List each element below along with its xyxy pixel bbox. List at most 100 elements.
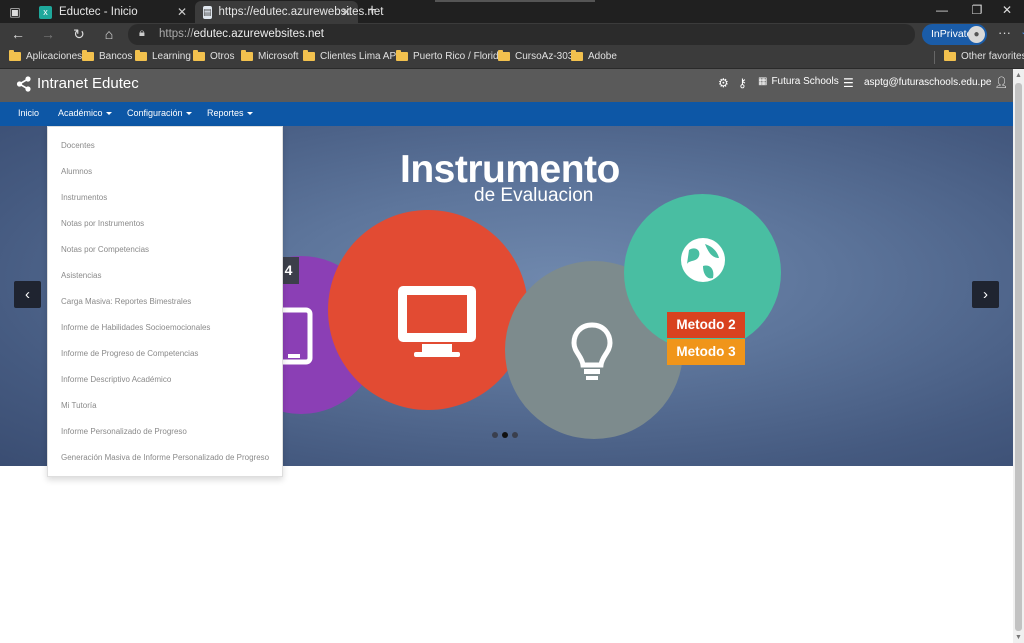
more-menu-icon[interactable]: ··· (998, 25, 1011, 40)
lock-icon[interactable]: 🔒︎ (139, 27, 145, 40)
monitor-icon (398, 286, 476, 357)
scroll-down-icon[interactable]: ▼ (1015, 634, 1022, 641)
browser-toolbar: ← → ↻ ⌂ 🔒︎ https://edutec.azurewebsites.… (0, 23, 1024, 46)
scroll-up-icon[interactable]: ▲ (1015, 72, 1022, 79)
bookmark-folder[interactable]: CursoAz-303 (498, 50, 573, 62)
dropdown-item-descriptivo[interactable]: Informe Descriptivo Académico (61, 375, 171, 384)
main-nav: Inicio Académico Configuración Reportes (0, 102, 1013, 126)
metodo-2-label: Metodo 2 (667, 312, 745, 338)
user-email: asptg@futuraschools.edu.pe (864, 77, 992, 88)
folder-icon (303, 50, 315, 61)
metodo-3-label: Metodo 3 (667, 339, 745, 365)
user-icon: 👤︎ (994, 77, 1009, 89)
back-icon[interactable]: ← (8, 25, 28, 44)
folder-icon (135, 50, 147, 61)
carousel-dot-3[interactable] (512, 432, 518, 438)
school-name: Futura Schools (771, 76, 839, 87)
bookmark-folder[interactable]: Otros (193, 50, 234, 62)
red-circle (328, 210, 528, 410)
page-viewport: Intranet Edutec ⚙ ⚷ ▦ Futura Schools ☰ a… (0, 69, 1013, 643)
dropdown-item-alumnos[interactable]: Alumnos (61, 167, 92, 176)
settings-gear-icon[interactable]: ⚙ (718, 76, 729, 90)
other-favorites[interactable]: Other favorites (944, 50, 1024, 62)
inprivate-button[interactable]: InPrivate ● (922, 24, 987, 45)
forward-icon[interactable]: → (38, 25, 58, 44)
bookmark-folder[interactable]: Puerto Rico / Florida (396, 50, 504, 62)
refresh-icon[interactable]: ↻ (69, 25, 89, 44)
school-selector[interactable]: ▦ Futura Schools (758, 76, 839, 87)
user-menu[interactable]: asptg@futuraschools.edu.pe 👤︎ (864, 76, 1008, 89)
folder-icon (944, 50, 956, 61)
close-tab-icon[interactable]: ✕ (341, 5, 351, 19)
tab-title: https://edutec.azurewebsites.net (218, 6, 384, 18)
bookmark-folder[interactable]: Microsoft (241, 50, 299, 62)
nav-reportes[interactable]: Reportes (207, 108, 253, 118)
brand-name: Intranet Edutec (37, 75, 139, 92)
folder-icon (9, 50, 21, 61)
folder-icon (396, 50, 408, 61)
carousel-dot-1[interactable] (492, 432, 498, 438)
folder-icon (193, 50, 205, 61)
key-icon[interactable]: ⚷ (738, 76, 747, 90)
close-window-icon[interactable]: ✕ (997, 3, 1017, 17)
bookmark-folder[interactable]: Aplicaciones (9, 50, 82, 62)
app-brand[interactable]: Intranet Edutec (16, 75, 139, 92)
caret-down-icon (185, 112, 192, 116)
folder-icon (571, 50, 583, 61)
dropdown-item-notas-competencias[interactable]: Notas por Competencias (61, 245, 149, 254)
dropdown-item-progreso-competencias[interactable]: Informe de Progreso de Competencias (61, 349, 198, 358)
list-icon[interactable]: ☰ (843, 76, 854, 90)
dropdown-item-mi-tutoria[interactable]: Mi Tutoría (61, 401, 97, 410)
tab-actions-icon[interactable]: ▣ (5, 3, 25, 20)
nav-inicio[interactable]: Inicio (18, 108, 39, 118)
address-bar[interactable]: 🔒︎ https://edutec.azurewebsites.net ★ (128, 24, 1024, 45)
folder-icon (82, 50, 94, 61)
home-icon[interactable]: ⌂ (99, 25, 119, 44)
academico-dropdown-menu: Docentes Alumnos Instrumentos Notas por … (47, 126, 283, 477)
edutec-favicon-icon: x (39, 5, 52, 19)
dropdown-item-docentes[interactable]: Docentes (61, 141, 95, 150)
share-logo-icon (16, 75, 31, 92)
caret-down-icon (246, 112, 253, 116)
dropdown-item-personalizado[interactable]: Informe Personalizado de Progreso (61, 427, 187, 436)
dropdown-item-instrumentos[interactable]: Instrumentos (61, 193, 107, 202)
app-header: Intranet Edutec ⚙ ⚷ ▦ Futura Schools ☰ a… (0, 69, 1013, 102)
minimize-icon[interactable]: — (932, 3, 952, 17)
dropdown-item-asistencias[interactable]: Asistencias (61, 271, 101, 280)
bookmark-folder[interactable]: Clientes Lima APP (303, 50, 403, 62)
building-icon: ▦ (758, 76, 768, 87)
new-tab-icon[interactable]: + (362, 1, 382, 21)
dropdown-item-generacion-masiva[interactable]: Generación Masiva de Informe Personaliza… (61, 453, 269, 462)
carousel-dot-2[interactable] (502, 432, 508, 438)
bookmark-folder[interactable]: Learning (135, 50, 191, 62)
lightbulb-icon (571, 322, 613, 380)
slide-subtitle: de Evaluacion (474, 185, 594, 206)
folder-icon (498, 50, 510, 61)
url-text[interactable]: https://edutec.azurewebsites.net (159, 28, 324, 40)
scrollbar-thumb[interactable] (1015, 83, 1022, 631)
carousel-indicators (492, 432, 522, 438)
restore-icon[interactable]: ❐ (967, 3, 987, 17)
nav-configuracion[interactable]: Configuración (127, 108, 192, 118)
bookmarks-bar: Aplicaciones Bancos Learning Otros Micro… (0, 46, 1024, 69)
dropdown-item-carga-masiva[interactable]: Carga Masiva: Reportes Bimestrales (61, 297, 191, 306)
page-scrollbar[interactable]: ▲ ▼ (1013, 69, 1024, 643)
bookmark-separator (934, 51, 935, 64)
dropdown-item-habilidades[interactable]: Informe de Habilidades Socioemocionales (61, 323, 210, 332)
browser-tab-active[interactable]: ▤ https://edutec.azurewebsites.net ✕ (195, 1, 383, 23)
globe-icon (681, 238, 725, 282)
dropdown-item-notas-instrumentos[interactable]: Notas por Instrumentos (61, 219, 144, 228)
bookmark-folder[interactable]: Adobe (571, 50, 617, 62)
browser-tab-inicio[interactable]: x Eductec - Inicio ✕ (31, 1, 194, 23)
close-tab-icon[interactable]: ✕ (177, 5, 187, 19)
carousel-next-button[interactable]: › (972, 281, 999, 308)
bookmark-folder[interactable]: Bancos (82, 50, 132, 62)
page-favicon-icon: ▤ (203, 5, 212, 19)
window-drag-area (435, 0, 595, 2)
browser-tabstrip: ▣ x Eductec - Inicio ✕ ▤ https://edutec.… (0, 0, 1024, 23)
tab-title: Eductec - Inicio (59, 6, 138, 18)
nav-academico[interactable]: Académico (58, 108, 112, 118)
carousel-prev-button[interactable]: ‹ (14, 281, 41, 308)
caret-down-icon (105, 112, 112, 116)
profile-avatar-icon: ● (968, 26, 985, 43)
